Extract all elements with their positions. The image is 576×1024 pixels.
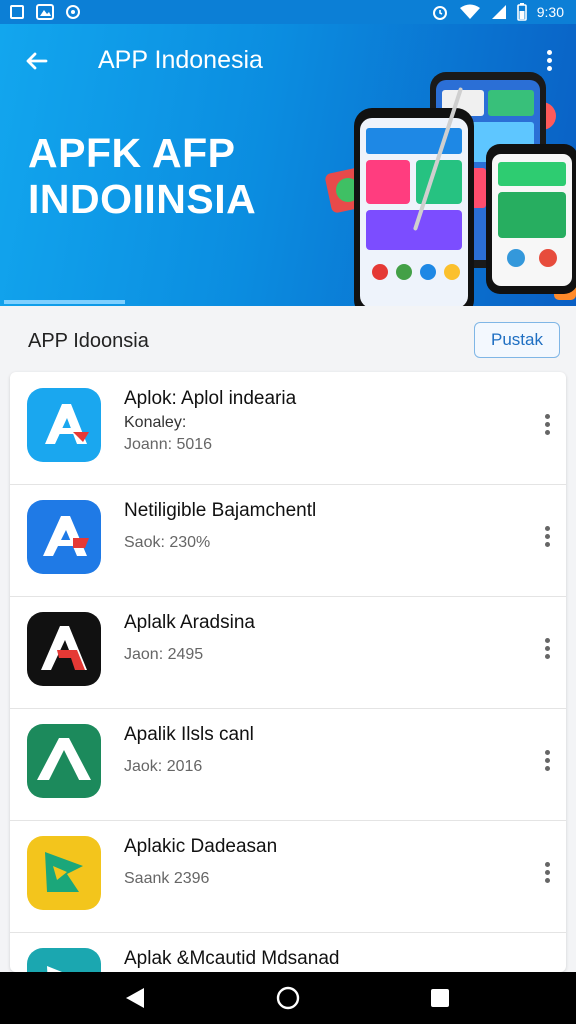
app-icon [27,836,101,910]
hero-header: APP Indonesia APFK AFP INDOIINSIA [0,24,576,306]
app-icon [27,724,101,798]
back-arrow-icon[interactable] [22,46,52,76]
status-right-icons: 9:30 [431,2,564,22]
app-icon [27,612,101,686]
section-title: APP Idoonsia [28,330,149,352]
image-icon [36,4,54,20]
nav-home-icon[interactable] [276,986,300,1010]
record-icon [66,5,80,19]
pustak-button[interactable]: Pustak [474,322,560,358]
app-meta: Jaon: 2495 [124,646,204,663]
hero-progress-indicator [4,300,125,304]
wifi-icon [459,4,480,19]
list-item[interactable]: Aplok: Aplol indearia Konaley: Joann: 50… [10,372,566,485]
app-icon [27,388,101,462]
app-meta: Saank 2396 [124,870,210,887]
app-name: Aplak &Mcautid Mdsanad [124,948,340,969]
nav-recents-icon[interactable] [430,988,450,1008]
list-item[interactable]: Apalik Ilsls canl Jaok: 2016 [10,708,566,821]
status-left-icons [10,2,80,22]
signal-icon [491,5,506,19]
app-name: Aplakic Dadeasan [124,836,278,857]
status-time: 9:30 [536,4,564,20]
hero-headline: APFK AFP INDOIINSIA [28,130,256,222]
list-item[interactable]: Netiligible Bajamchentl Saok: 230% [10,484,566,597]
app-icon [27,500,101,574]
app-list: Aplok: Aplol indearia Konaley: Joann: 50… [10,372,566,972]
hero-line-2: INDOIINSIA [28,176,257,222]
item-menu-icon[interactable] [544,750,550,774]
phones-illustration [325,72,576,306]
app-name: Aplok: Aplol indearia [124,388,297,409]
item-menu-icon[interactable] [544,638,550,662]
app-name: Netiligible Bajamchentl [124,500,317,521]
battery-icon [516,3,527,21]
hero-line-1: APFK AFP [28,130,236,176]
item-menu-icon[interactable] [544,526,550,550]
app-meta: Saok: 230% [124,534,211,551]
list-item[interactable]: Aplalk Aradsina Jaon: 2495 [10,596,566,709]
app-name: Aplalk Aradsina [124,612,255,633]
item-menu-icon[interactable] [544,414,550,438]
app-meta: Joann: 5016 [124,436,213,453]
app-icon [27,948,101,972]
app-name: Apalik Ilsls canl [124,724,254,745]
list-item[interactable]: Aplak &Mcautid Mdsanad [10,932,566,972]
notification-icon [10,5,24,19]
alarm-icon [432,6,447,20]
nav-back-icon[interactable] [124,986,146,1010]
item-menu-icon[interactable] [544,862,550,886]
app-subtitle: Konaley: [124,414,187,431]
status-bar: 9:30 [0,0,576,24]
system-nav-bar [0,972,576,1024]
page-title: APP Indonesia [98,46,263,74]
app-meta: Jaok: 2016 [124,758,203,775]
list-item[interactable]: Aplakic Dadeasan Saank 2396 [10,820,566,933]
